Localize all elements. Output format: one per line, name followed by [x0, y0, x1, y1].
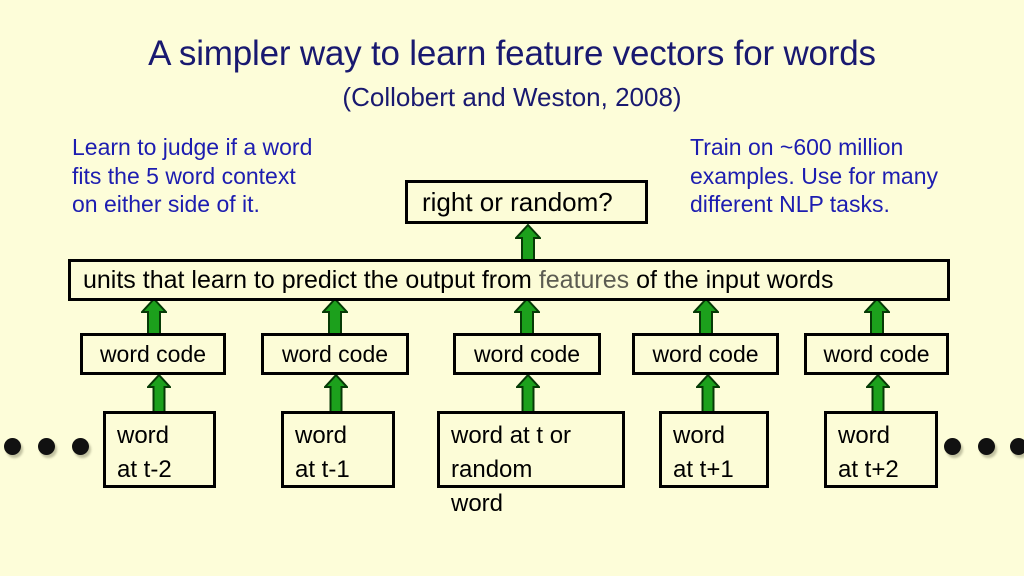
- ellipsis-left-dot-1: [4, 438, 21, 455]
- arrow-word-2-to-code: [324, 374, 348, 413]
- word-code-label-3: word code: [473, 340, 581, 367]
- word-box-2-line-2: at t-1: [295, 456, 350, 483]
- word-box-5-line-2: at t+2: [838, 456, 899, 483]
- word-box-3-line-3: word: [451, 490, 504, 517]
- hidden-units-suffix: of the input words: [629, 265, 834, 294]
- word-box-5-text: word at t+2: [838, 419, 899, 487]
- word-box-1-line-2: at t-2: [117, 456, 172, 483]
- word-box-3-line-2: random: [451, 456, 533, 483]
- hidden-units-box: units that learn to predict the output f…: [68, 259, 950, 301]
- ellipsis-right-dot-1: [944, 438, 961, 455]
- word-code-label-5: word code: [823, 340, 930, 367]
- word-box-1: word at t-2: [103, 411, 216, 488]
- ellipsis-left-dot-2: [38, 438, 55, 455]
- note-left-line-2: fits the 5 word context: [72, 162, 296, 189]
- word-code-box-4: word code: [632, 333, 779, 375]
- word-code-box-2: word code: [261, 333, 409, 375]
- ellipsis-left-dot-3: [72, 438, 89, 455]
- hidden-units-emphasis: features: [538, 265, 630, 294]
- hidden-units-prefix: units that learn to predict the output f…: [83, 265, 539, 294]
- word-box-3-text: word at t or random word: [451, 419, 571, 521]
- word-box-3: word at t or random word: [437, 411, 625, 517]
- word-code-box-1: word code: [80, 333, 226, 375]
- word-code-label-4: word code: [652, 340, 759, 367]
- output-box: right or random?: [405, 180, 648, 224]
- word-box-4-text: word at t+1: [673, 419, 734, 487]
- slide-title: A simpler way to learn feature vectors f…: [148, 34, 876, 73]
- word-code-box-5: word code: [804, 333, 949, 375]
- word-box-4: word at t+1: [659, 411, 769, 488]
- word-code-label-2: word code: [281, 340, 389, 367]
- note-right-line-3: different NLP tasks.: [690, 191, 890, 217]
- word-box-2: word at t-1: [281, 411, 395, 488]
- word-box-1-text: word at t-2: [117, 419, 172, 487]
- arrow-code-3-to-hidden: [514, 298, 540, 338]
- word-box-3-line-1: word at t or: [451, 422, 572, 449]
- word-box-2-text: word at t-1: [295, 419, 350, 487]
- output-box-label: right or random?: [422, 186, 613, 217]
- note-left-line-3: on either side of it.: [72, 191, 260, 217]
- note-right-line-1: Train on ~600 million: [690, 134, 904, 160]
- word-box-1-line-1: word: [117, 422, 170, 449]
- arrow-word-5-to-code: [866, 374, 890, 413]
- arrow-code-2-to-hidden: [322, 298, 348, 338]
- word-box-5: word at t+2: [824, 411, 938, 488]
- arrow-code-4-to-hidden: [693, 298, 719, 338]
- ellipsis-right-dot-2: [978, 438, 995, 455]
- slide-subtitle: (Collobert and Weston, 2008): [342, 82, 682, 112]
- ellipsis-right-dot-3: [1010, 438, 1024, 455]
- arrow-hidden-to-output: [515, 224, 541, 262]
- arrow-word-4-to-code: [696, 374, 720, 413]
- note-left-line-1: Learn to judge if a word: [72, 134, 313, 160]
- word-box-2-line-1: word: [295, 422, 348, 449]
- arrow-code-1-to-hidden: [141, 298, 167, 338]
- hidden-units-label: units that learn to predict the output f…: [83, 266, 833, 295]
- word-box-4-line-1: word: [673, 422, 726, 449]
- note-right: Train on ~600 million examples. Use for …: [690, 133, 1010, 219]
- note-right-line-2: examples. Use for many: [690, 162, 938, 189]
- arrow-word-3-to-code: [516, 374, 540, 413]
- slide-canvas: A simpler way to learn feature vectors f…: [0, 0, 1024, 576]
- word-code-label-1: word code: [99, 340, 207, 367]
- word-box-5-line-1: word: [838, 422, 891, 449]
- word-code-box-3: word code: [453, 333, 601, 375]
- arrow-code-5-to-hidden: [864, 298, 890, 338]
- word-box-4-line-2: at t+1: [673, 456, 734, 483]
- note-left: Learn to judge if a word fits the 5 word…: [72, 133, 402, 219]
- arrow-word-1-to-code: [147, 374, 171, 413]
